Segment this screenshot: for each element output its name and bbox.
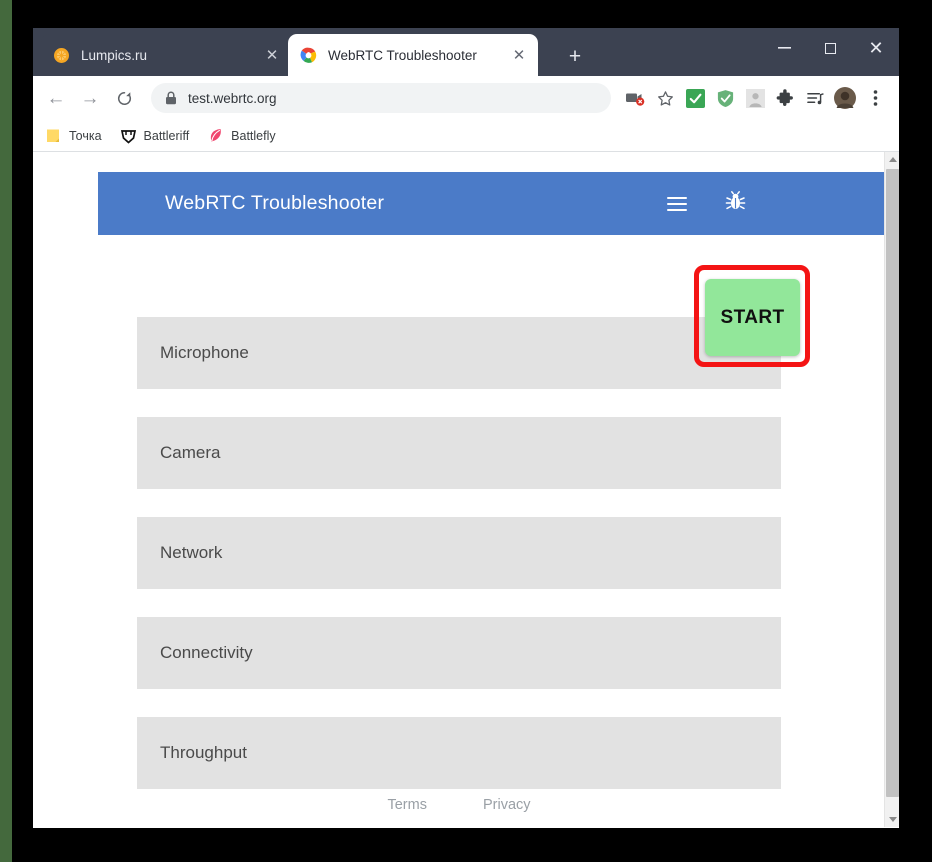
browser-window: Lumpics.ru ✕ WebRTC Troubleshooter ✕ + ✕… [33,28,899,828]
orange-circle-icon [53,47,70,64]
chrome-multicolor-icon [300,47,317,64]
bookmark-label: Battlefly [231,128,276,143]
app-header-bar: WebRTC Troubleshooter [98,172,884,235]
gray-avatar-extension-icon[interactable] [741,84,769,112]
close-icon: ✕ [868,37,884,58]
page-viewport: WebRTC Troubleshooter START Microphone C… [33,152,899,827]
bookmark-tochka[interactable]: Точка [45,127,102,144]
tab-webrtc-troubleshooter[interactable]: WebRTC Troubleshooter ✕ [288,34,538,76]
bookmark-label: Battleriff [143,128,190,143]
webrtc-troubleshooter-page: WebRTC Troubleshooter START Microphone C… [33,152,884,827]
green-check-extension-icon[interactable] [681,84,709,112]
desktop-edge-strip [0,0,12,862]
bookmarks-bar: Точка Battleriff Battlefly [33,120,899,152]
page-title: WebRTC Troubleshooter [165,192,385,214]
test-row-microphone[interactable]: Microphone [137,317,781,389]
url-text: test.webrtc.org [188,90,277,106]
bug-report-button[interactable] [714,183,756,225]
screenshot-root: Lumpics.ru ✕ WebRTC Troubleshooter ✕ + ✕… [0,0,932,862]
test-name: Microphone [160,343,249,362]
start-button[interactable]: START [705,279,800,356]
minimize-button[interactable] [761,28,807,68]
yellow-folder-icon [45,127,62,144]
page-footer: Terms Privacy [137,797,781,813]
test-name: Camera [160,443,221,462]
browser-toolbar: ← → test.webrtc.org [33,76,899,120]
camera-blocked-icon[interactable] [621,84,649,112]
tab-strip: Lumpics.ru ✕ WebRTC Troubleshooter ✕ + ✕ [33,28,899,76]
test-row-camera[interactable]: Camera [137,417,781,489]
test-list: Microphone Camera Network Connectivity T… [137,317,781,817]
test-row-throughput[interactable]: Throughput [137,717,781,789]
test-row-connectivity[interactable]: Connectivity [137,617,781,689]
bookmark-battleriff[interactable]: Battleriff [120,127,190,144]
bookmark-star-icon[interactable] [651,84,679,112]
close-icon[interactable]: ✕ [261,44,283,66]
close-icon[interactable]: ✕ [508,44,530,66]
reload-button[interactable] [107,81,141,115]
close-window-button[interactable]: ✕ [853,28,899,68]
bug-report-icon [725,190,746,217]
lock-icon [165,91,177,105]
profile-avatar-icon[interactable] [831,84,859,112]
new-tab-button[interactable]: + [561,42,589,70]
test-name: Throughput [160,743,247,762]
tab-title: Lumpics.ru [81,47,148,63]
adguard-shield-icon[interactable] [711,84,739,112]
bookmark-battlefly[interactable]: Battlefly [207,127,276,144]
media-playlist-icon[interactable] [801,84,829,112]
window-controls: ✕ [761,28,899,76]
scrollbar-thumb[interactable] [886,169,899,797]
back-arrow-icon: ← [46,87,66,109]
battlefly-leaf-icon [207,127,224,144]
address-bar[interactable]: test.webrtc.org [151,83,611,113]
bookmark-label: Точка [69,128,102,143]
test-name: Connectivity [160,643,253,662]
scroll-up-arrow-icon[interactable] [885,152,899,167]
forward-arrow-icon: → [80,87,100,109]
privacy-link[interactable]: Privacy [483,797,531,813]
extensions-puzzle-icon[interactable] [771,84,799,112]
battleriff-mask-icon [120,127,137,144]
vertical-scrollbar[interactable] [884,152,899,827]
scroll-down-arrow-icon[interactable] [885,812,899,827]
terms-link[interactable]: Terms [387,797,426,813]
test-row-network[interactable]: Network [137,517,781,589]
menu-button[interactable] [656,183,698,225]
back-button[interactable]: ← [39,81,73,115]
toolbar-icons [619,84,889,112]
tab-lumpics[interactable]: Lumpics.ru ✕ [41,34,291,76]
reload-icon [117,91,131,105]
test-name: Network [160,543,223,562]
maximize-button[interactable] [807,28,853,68]
plus-icon: + [568,44,582,68]
hamburger-menu-icon [667,193,687,215]
forward-button[interactable]: → [73,81,107,115]
chrome-menu-icon[interactable] [861,84,889,112]
tab-title: WebRTC Troubleshooter [328,47,477,63]
maximize-icon [824,42,836,54]
